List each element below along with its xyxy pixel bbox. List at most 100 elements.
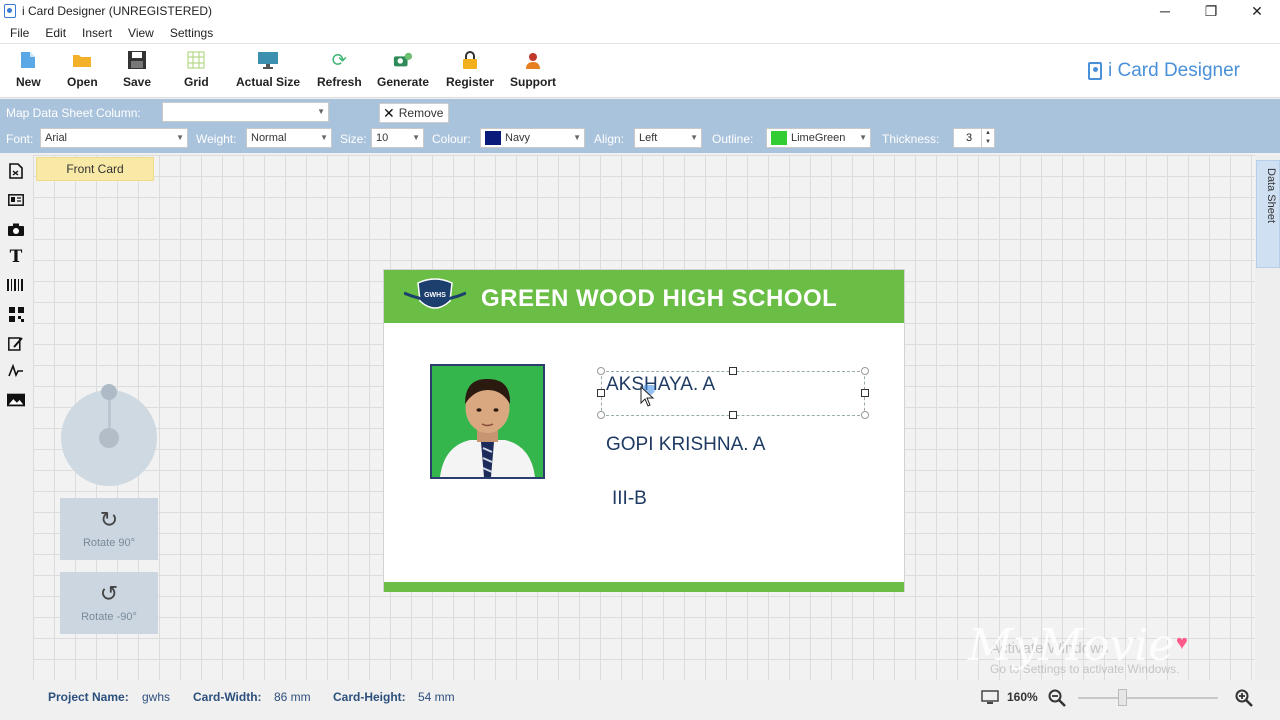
zoom-slider-track[interactable] bbox=[1078, 697, 1218, 699]
zoom-out-icon[interactable] bbox=[1048, 689, 1066, 710]
resize-handle-bottom[interactable] bbox=[729, 411, 737, 419]
rotate-minus-90-label: Rotate -90° bbox=[81, 611, 137, 623]
thickness-value: 3 bbox=[966, 132, 973, 144]
chevron-down-icon: ▼ bbox=[859, 133, 867, 142]
save-button[interactable]: Save bbox=[123, 50, 151, 89]
zoom-slider-thumb[interactable] bbox=[1118, 689, 1127, 706]
zoom-level: 160% bbox=[1007, 690, 1038, 704]
menu-insert[interactable]: Insert bbox=[76, 26, 118, 40]
outline-value: LimeGreen bbox=[791, 132, 846, 144]
resize-handle-bottom-left[interactable] bbox=[597, 411, 605, 419]
student-photo[interactable] bbox=[430, 364, 545, 479]
camera-icon[interactable] bbox=[7, 220, 25, 238]
card-header[interactable]: GWHS GREEN WOOD HIGH SCHOOL bbox=[384, 270, 904, 323]
font-select[interactable]: Arial ▼ bbox=[40, 128, 188, 148]
font-value: Arial bbox=[45, 132, 68, 144]
id-card[interactable]: GWHS GREEN WOOD HIGH SCHOOL AKSHAYA. A G… bbox=[383, 269, 905, 592]
chevron-down-icon: ▼ bbox=[573, 133, 581, 142]
generate-label: Generate bbox=[377, 75, 430, 89]
new-label: New bbox=[16, 75, 41, 89]
tab-front-card[interactable]: Front Card bbox=[36, 157, 154, 181]
signature-pad-icon[interactable] bbox=[7, 334, 25, 352]
card-width-label: Card-Width: bbox=[193, 690, 262, 704]
rotation-dial-handle[interactable] bbox=[101, 384, 117, 400]
open-button[interactable]: Open bbox=[67, 50, 98, 89]
resize-handle-top[interactable] bbox=[729, 367, 737, 375]
mouse-cursor-icon bbox=[640, 385, 655, 407]
signature-icon[interactable] bbox=[7, 362, 25, 380]
data-sheet-label: Data Sheet bbox=[1265, 168, 1277, 224]
rotate-minus-90-button[interactable]: ↺ Rotate -90° bbox=[60, 572, 158, 634]
image-icon[interactable] bbox=[7, 391, 25, 409]
toolbar: New Open Save Grid Actual Size ⟳ Refresh… bbox=[0, 44, 1280, 98]
card-height-value: 54 mm bbox=[418, 690, 455, 704]
window-controls: ─ ❐ ✕ bbox=[1142, 0, 1280, 22]
register-button[interactable]: Register bbox=[446, 50, 494, 89]
rotate-90-button[interactable]: ↻ Rotate 90° bbox=[60, 498, 158, 560]
minimize-button[interactable]: ─ bbox=[1142, 0, 1188, 22]
id-card-icon[interactable] bbox=[7, 191, 25, 209]
heart-icon: ♥ bbox=[1176, 632, 1188, 654]
thickness-stepper[interactable]: 3 ▲ ▼ bbox=[953, 128, 995, 148]
menu-settings[interactable]: Settings bbox=[164, 26, 219, 40]
new-document-icon bbox=[18, 50, 38, 70]
colour-select[interactable]: Navy ▼ bbox=[480, 128, 585, 148]
rotate-90-label: Rotate 90° bbox=[82, 537, 136, 549]
support-button[interactable]: Support bbox=[510, 50, 556, 89]
rotate-counterclockwise-icon: ↺ bbox=[99, 581, 119, 606]
window-title: i Card Designer (UNREGISTERED) bbox=[22, 4, 213, 18]
zoom-in-icon[interactable] bbox=[1235, 689, 1253, 710]
class-field[interactable]: III-B bbox=[612, 488, 647, 510]
project-name-label: Project Name: bbox=[48, 690, 129, 704]
map-column-label: Map Data Sheet Column: bbox=[6, 106, 141, 120]
barcode-icon[interactable] bbox=[7, 276, 25, 294]
chevron-down-icon: ▼ bbox=[412, 133, 420, 142]
weight-select[interactable]: Normal ▼ bbox=[246, 128, 332, 148]
property-bar: Map Data Sheet Column: ▼ ✕ Remove Font: … bbox=[0, 99, 1280, 153]
rotation-dial-center bbox=[99, 428, 119, 448]
size-select[interactable]: 10 ▼ bbox=[371, 128, 424, 148]
menu-edit[interactable]: Edit bbox=[39, 26, 72, 40]
generate-button[interactable]: Generate bbox=[377, 50, 429, 89]
grid-button[interactable]: Grid bbox=[184, 50, 209, 89]
floppy-disk-icon bbox=[127, 50, 147, 70]
close-button[interactable]: ✕ bbox=[1234, 0, 1280, 22]
close-icon: ✕ bbox=[383, 104, 395, 121]
monitor-icon[interactable] bbox=[981, 690, 999, 708]
resize-handle-top-left[interactable] bbox=[597, 367, 605, 375]
school-logo[interactable]: GWHS bbox=[404, 277, 466, 317]
chevron-down-icon: ▼ bbox=[317, 107, 325, 116]
menu-file[interactable]: File bbox=[4, 26, 35, 40]
align-select[interactable]: Left ▼ bbox=[634, 128, 702, 148]
text-tool-icon[interactable]: T bbox=[7, 247, 25, 267]
resize-handle-top-right[interactable] bbox=[861, 367, 869, 375]
card-width-value: 86 mm bbox=[274, 690, 311, 704]
resize-handle-bottom-right[interactable] bbox=[861, 411, 869, 419]
rotate-clockwise-icon: ↻ bbox=[99, 507, 119, 532]
parent-name-field[interactable]: GOPI KRISHNA. A bbox=[606, 434, 765, 456]
map-column-select[interactable]: ▼ bbox=[162, 102, 329, 122]
qr-code-icon[interactable] bbox=[7, 305, 25, 323]
brand-logo: i Card Designer bbox=[1088, 60, 1240, 82]
left-toolstrip: T bbox=[0, 153, 32, 680]
register-label: Register bbox=[446, 75, 495, 89]
stepper-arrows-icon[interactable]: ▲ ▼ bbox=[981, 129, 994, 147]
resize-handle-right[interactable] bbox=[861, 389, 869, 397]
actual-size-button[interactable]: Actual Size bbox=[236, 50, 300, 89]
outline-select[interactable]: LimeGreen ▼ bbox=[766, 128, 871, 148]
colour-label: Colour: bbox=[432, 132, 471, 146]
status-bar: Project Name: gwhs Card-Width: 86 mm Car… bbox=[0, 680, 1280, 720]
outline-swatch bbox=[771, 131, 787, 146]
remove-button[interactable]: ✕ Remove bbox=[379, 103, 449, 123]
new-button[interactable]: New bbox=[16, 50, 41, 89]
document-icon[interactable] bbox=[7, 162, 25, 180]
menu-view[interactable]: View bbox=[122, 26, 160, 40]
property-row-1: Map Data Sheet Column: ▼ ✕ Remove bbox=[0, 100, 1280, 125]
resize-handle-left[interactable] bbox=[597, 389, 605, 397]
lock-icon bbox=[460, 50, 480, 70]
refresh-button[interactable]: ⟳ Refresh bbox=[317, 49, 362, 90]
school-name[interactable]: GREEN WOOD HIGH SCHOOL bbox=[481, 285, 837, 313]
refresh-icon: ⟳ bbox=[331, 49, 347, 70]
property-row-2: Font: Arial ▼ Weight: Normal ▼ Size: 10 … bbox=[0, 126, 1280, 151]
restore-button[interactable]: ❐ bbox=[1188, 0, 1234, 22]
